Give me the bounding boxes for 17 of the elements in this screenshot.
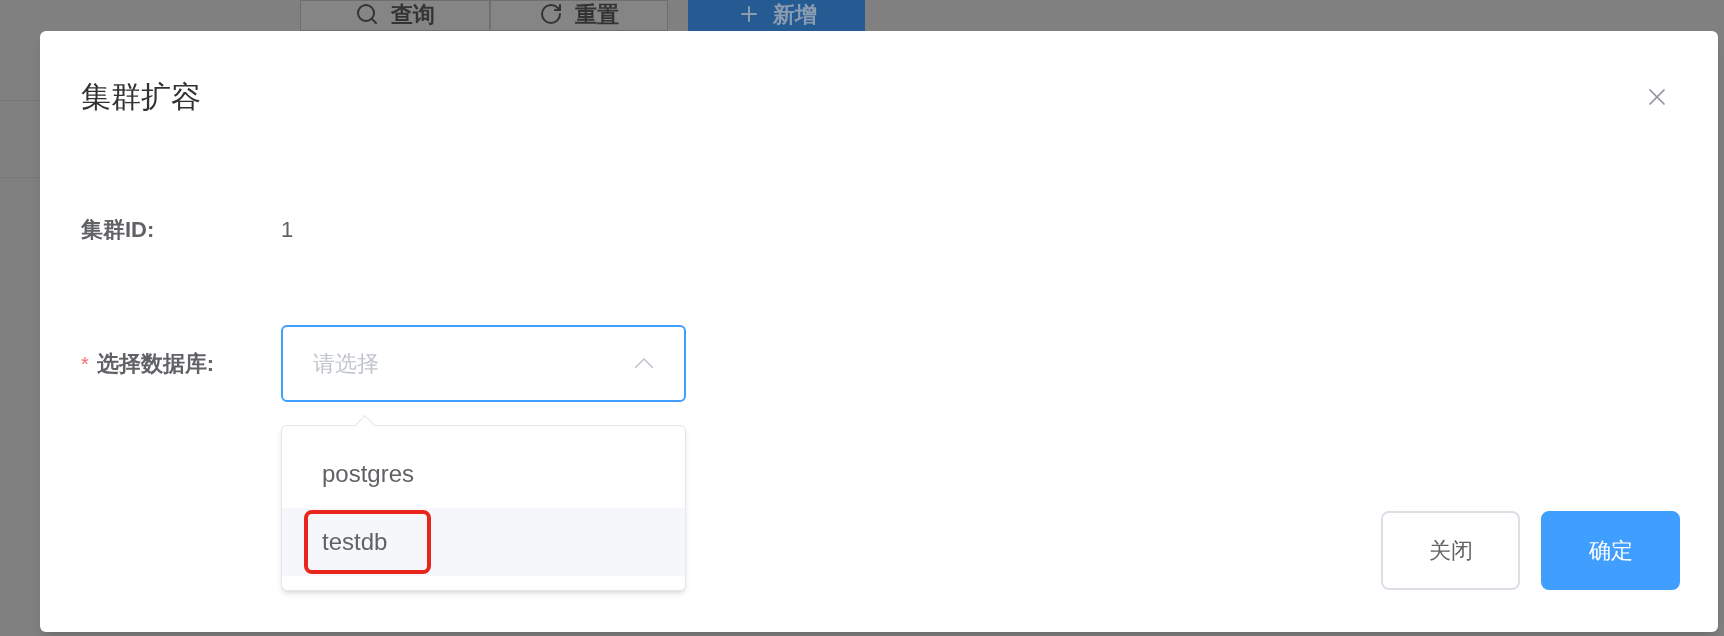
select-placeholder: 请选择 (313, 350, 379, 378)
dropdown-option[interactable]: testdb (282, 508, 685, 576)
select-field[interactable]: 请选择 (281, 325, 686, 402)
field-label: 选择数据库: (96, 350, 215, 378)
search-icon (355, 2, 379, 26)
close-button[interactable]: 关闭 (1381, 511, 1520, 590)
confirm-button[interactable]: 确定 (1541, 511, 1680, 590)
dialog-title: 集群扩容 (81, 79, 201, 115)
toolbar-button[interactable]: 查询 (300, 0, 490, 31)
chevron-up-icon (634, 358, 654, 369)
toolbar-button[interactable]: 重置 (490, 0, 668, 31)
dropdown-option[interactable]: postgres (282, 440, 685, 508)
toolbar-button[interactable]: 新增 (688, 0, 865, 31)
refresh-icon (539, 2, 563, 26)
required-mark: * (81, 351, 89, 377)
field-label: 集群ID: (81, 215, 155, 244)
field-value: 1 (281, 215, 294, 244)
